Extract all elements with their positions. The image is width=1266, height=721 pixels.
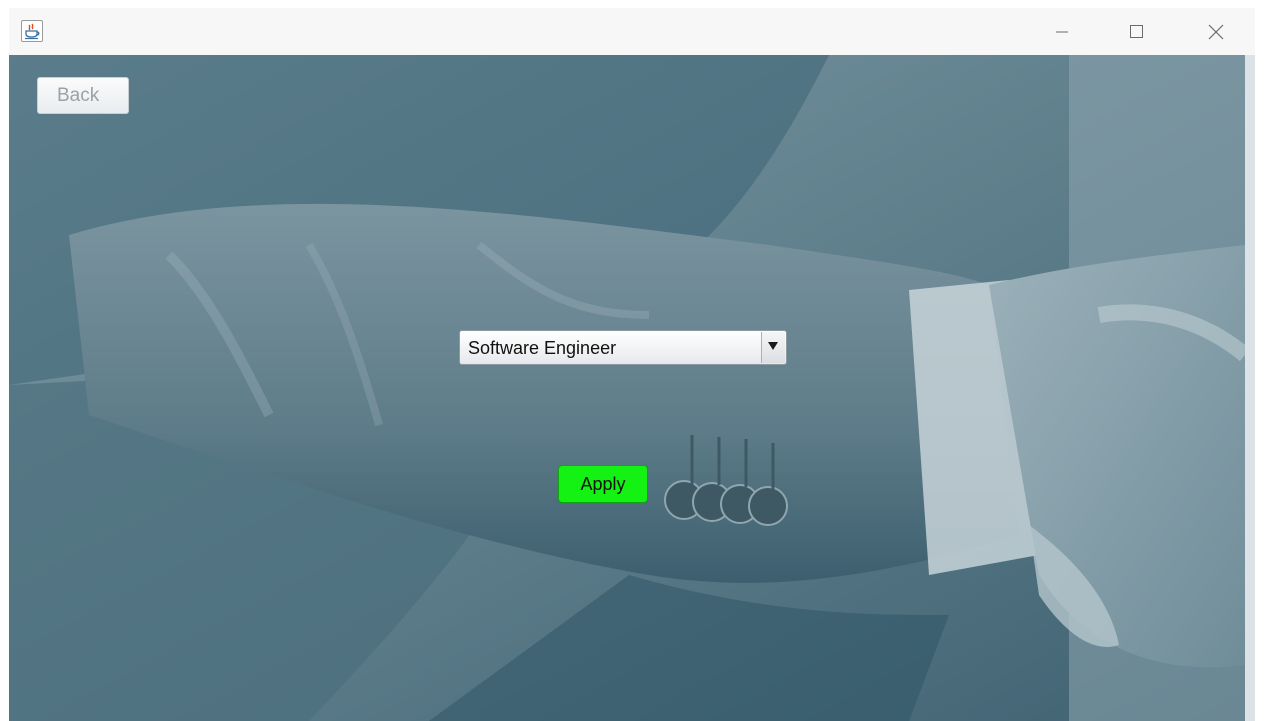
close-button[interactable]: [1193, 8, 1239, 55]
title-bar[interactable]: [9, 8, 1255, 55]
back-button[interactable]: Back: [37, 77, 129, 114]
maximize-button[interactable]: [1113, 8, 1159, 55]
triangle-down-icon: [768, 342, 778, 350]
java-cup-glyph: [25, 23, 40, 40]
content-panel: Back Software Engineer Apply: [9, 55, 1245, 721]
close-icon: [1208, 24, 1224, 40]
job-title-dropdown[interactable]: Software Engineer: [459, 330, 787, 365]
dropdown-arrow-button[interactable]: [761, 332, 785, 363]
apply-button[interactable]: Apply: [558, 465, 648, 503]
maximize-icon: [1130, 25, 1143, 38]
dropdown-selected-value: Software Engineer: [468, 338, 617, 358]
minimize-icon: [1056, 31, 1068, 33]
java-cup-icon[interactable]: [21, 20, 43, 42]
minimize-button[interactable]: [1039, 8, 1085, 55]
window-right-edge: [1245, 55, 1255, 721]
handshake-background-image: [9, 55, 1245, 721]
app-window: Back Software Engineer Apply: [9, 8, 1255, 721]
